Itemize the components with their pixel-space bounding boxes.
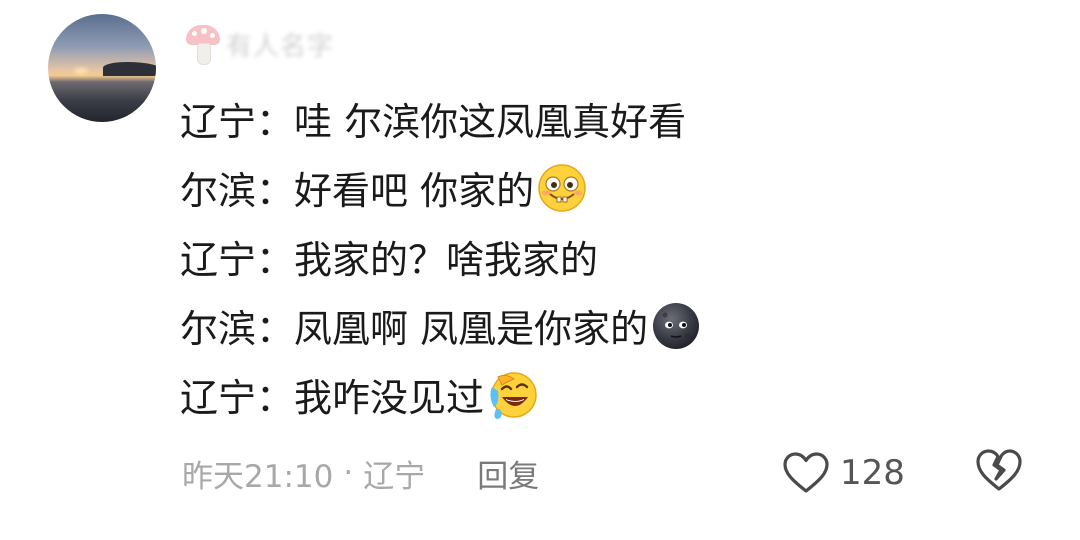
comment-timestamp: 昨天21:10	[182, 458, 334, 495]
speaker-label: 辽宁：	[180, 238, 295, 282]
dialogue-line-5: 辽宁： 我咋没见过	[180, 360, 702, 429]
username-row: 有人名字	[186, 22, 334, 66]
dialogue-text: 凤凰啊 凤凰是你家的	[294, 307, 649, 351]
dialogue-text: 好看吧 你家的	[294, 169, 535, 213]
speaker-label: 辽宁：	[180, 376, 295, 420]
comment-footer: 昨天21:10 · 辽宁 回复	[182, 448, 1042, 498]
dialogue-line-3: 辽宁： 我家的？啥我家的	[180, 222, 702, 291]
speaker-label: 尔滨：	[180, 169, 295, 213]
broken-heart-icon[interactable]	[974, 446, 1024, 494]
avatar-hills	[103, 62, 156, 76]
reply-button[interactable]: 回复	[477, 451, 539, 496]
avatar-sun	[74, 68, 88, 74]
dialogue-text: 我咋没见过	[294, 376, 485, 420]
speaker-label: 尔滨：	[180, 307, 295, 351]
laugh-cry-emoji-icon	[486, 369, 538, 421]
like-button[interactable]: 128	[782, 448, 905, 498]
comment-card: 有人名字 辽宁： 哇 尔滨你这凤凰真好看 尔滨： 好看吧 你家的 辽宁： 我家的…	[0, 0, 1080, 540]
silly-face-emoji-icon	[536, 162, 588, 214]
footer-separator: ·	[343, 455, 354, 491]
username[interactable]: 有人名字	[226, 26, 334, 63]
avatar[interactable]	[48, 14, 156, 122]
dialogue-line-4: 尔滨： 凤凰啊 凤凰是你家的	[180, 291, 702, 360]
heart-icon[interactable]	[782, 451, 830, 495]
speaker-label: 辽宁：	[180, 100, 295, 144]
dislike-button[interactable]	[974, 446, 1024, 496]
like-count: 128	[840, 453, 905, 493]
dialogue-line-2: 尔滨： 好看吧 你家的	[180, 153, 702, 222]
dialogue-line-1: 辽宁： 哇 尔滨你这凤凰真好看	[180, 84, 702, 153]
ip-location: 辽宁	[363, 458, 426, 495]
dialogue-text: 我家的？啥我家的	[294, 238, 599, 282]
dialogue-text: 哇 尔滨你这凤凰真好看	[294, 100, 687, 144]
mushroom-icon	[186, 23, 220, 65]
comment-body: 辽宁： 哇 尔滨你这凤凰真好看 尔滨： 好看吧 你家的 辽宁： 我家的？啥我家的…	[180, 84, 702, 429]
dark-moon-face-emoji-icon	[650, 300, 702, 352]
